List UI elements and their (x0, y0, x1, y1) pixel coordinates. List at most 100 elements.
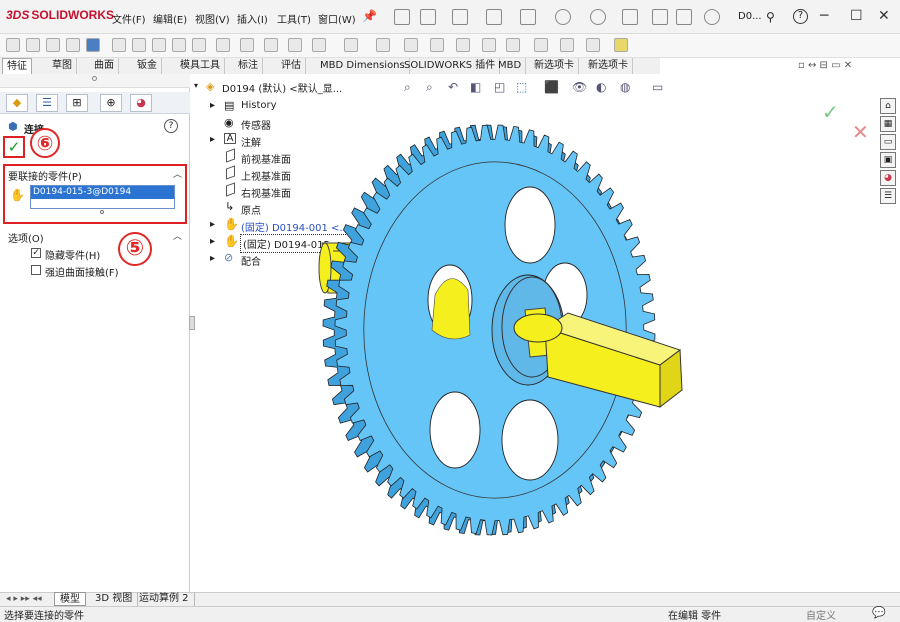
toolbar-tool-icon[interactable] (86, 38, 100, 52)
toolbar-tool-icon[interactable] (456, 38, 470, 52)
tab-solidworks-addins[interactable]: SOLIDWORKS 插件 (400, 58, 501, 74)
toolbar-tool-icon[interactable] (614, 38, 628, 52)
collapse-chevron-icon[interactable]: ︿ (173, 167, 182, 180)
menu-tools[interactable]: 工具(T) (277, 11, 311, 26)
rebuild-icon[interactable] (652, 9, 668, 25)
toolbar-tool-icon[interactable] (506, 38, 520, 52)
tab-sketch[interactable]: 草图 (48, 58, 77, 74)
tree-item-history[interactable]: History (241, 100, 277, 111)
custom-properties-icon[interactable]: ☰ (880, 188, 896, 204)
cancel-x-icon[interactable]: ✕ (852, 120, 869, 144)
tab-surface[interactable]: 曲面 (90, 58, 119, 74)
previous-view-icon[interactable]: ↶ (448, 80, 458, 94)
help-icon[interactable]: ? (793, 9, 808, 24)
minimize-button[interactable]: ─ (820, 8, 828, 24)
tab-new-2[interactable]: 新选项卡 (584, 58, 633, 74)
dimxpert-tab-icon[interactable]: ⊕ (100, 94, 122, 112)
new-document-icon[interactable] (420, 9, 436, 25)
dynamic-annotation-icon[interactable]: ◰ (494, 80, 505, 94)
toolbar-tool-icon[interactable] (152, 38, 166, 52)
chat-icon[interactable]: 💬 (872, 606, 886, 619)
solidworks-resources-icon[interactable]: ⌂ (880, 98, 896, 114)
pin-icon[interactable]: 📌 (362, 9, 377, 23)
solidworks-logo[interactable]: 3DS SOLIDWORKS (6, 8, 114, 22)
tree-expand-icon[interactable]: ▸ (210, 100, 215, 111)
print-icon[interactable] (520, 9, 536, 25)
close-button[interactable]: ✕ (878, 8, 890, 24)
tab-mbd-dimensions[interactable]: MBD Dimensions (316, 58, 410, 74)
toolbar-tool-icon[interactable] (482, 38, 496, 52)
confirm-check-icon[interactable]: ✓ (822, 100, 839, 124)
tree-item-origin[interactable]: 原点 (241, 202, 261, 217)
toolbar-tool-icon[interactable] (264, 38, 278, 52)
panel-grip-dot-icon[interactable] (92, 76, 97, 81)
expand-arrow-icon[interactable]: ▾ (194, 81, 198, 90)
feature-manager-tab-icon[interactable]: ◆ (6, 94, 28, 112)
options-gear-icon[interactable] (704, 9, 720, 25)
tab-mold-tools[interactable]: 模具工具 (176, 58, 225, 74)
toolbar-tool-icon[interactable] (192, 38, 206, 52)
tab-annotation[interactable]: 标注 (234, 58, 263, 74)
tab-3d-view[interactable]: 3D 视图 (90, 592, 139, 606)
home-icon[interactable] (394, 9, 410, 25)
zoom-to-fit-icon[interactable]: ⌕ (404, 80, 411, 95)
toolbar-tool-icon[interactable] (560, 38, 574, 52)
tree-item-sensors[interactable]: 传感器 (241, 117, 271, 132)
select-arrow-icon[interactable] (622, 9, 638, 25)
toolbar-tool-icon[interactable] (312, 38, 326, 52)
toolbar-tool-icon[interactable] (534, 38, 548, 52)
toolbar-tool-icon[interactable] (26, 38, 40, 52)
section-view-icon[interactable]: ◧ (470, 80, 481, 94)
tree-item-front-plane[interactable]: 前视基准面 (241, 151, 291, 166)
appearances-icon[interactable]: ◕ (880, 170, 896, 186)
ok-button[interactable]: ✓ (3, 136, 25, 158)
tree-expand-icon[interactable]: ▸ (210, 134, 215, 145)
toolbar-tool-icon[interactable] (112, 38, 126, 52)
tab-evaluate[interactable]: 评估 (277, 58, 306, 74)
apply-scene-icon[interactable]: ◍ (620, 80, 630, 94)
toolbar-tool-icon[interactable] (132, 38, 146, 52)
tab-features[interactable]: 特征 (2, 58, 32, 74)
toolbar-tool-icon[interactable] (66, 38, 80, 52)
maximize-button[interactable]: ☐ (850, 8, 863, 24)
tree-root-assembly[interactable]: D0194 (默认) <默认_显... (222, 80, 342, 95)
redo-icon[interactable] (590, 9, 606, 25)
toolbar-tool-icon[interactable] (172, 38, 186, 52)
view-orientation-icon[interactable]: ⬚ (516, 80, 527, 94)
tab-new-1[interactable]: 新选项卡 (530, 58, 579, 74)
selected-part-item[interactable]: D0194-015-3@D0194 (31, 186, 174, 199)
toolbar-tool-icon[interactable] (216, 38, 230, 52)
tree-expand-icon[interactable]: ▸ (210, 236, 215, 247)
hide-show-items-icon[interactable]: 👁 (572, 80, 587, 94)
float-window-icon[interactable]: ▫ ↔ ⊟ ▭ ✕ (798, 60, 852, 71)
tab-model[interactable]: 模型 (54, 592, 86, 606)
toolbar-tool-icon[interactable] (586, 38, 600, 52)
toolbar-tool-icon[interactable] (376, 38, 390, 52)
hide-parts-checkbox[interactable]: ✓ (31, 248, 41, 258)
force-surface-contact-checkbox[interactable] (31, 265, 41, 275)
tree-item-mates[interactable]: 配合 (241, 253, 261, 268)
tree-item-right-plane[interactable]: 右视基准面 (241, 185, 291, 200)
toolbar-tool-icon[interactable] (6, 38, 20, 52)
toolbar-tool-icon[interactable] (430, 38, 444, 52)
tab-sheet-metal[interactable]: 钣金 (133, 58, 162, 74)
save-icon[interactable] (486, 9, 502, 25)
display-manager-tab-icon[interactable]: ◕ (130, 94, 152, 112)
tab-motion-study[interactable]: 运动算例 2 (134, 592, 195, 606)
collapse-chevron-icon[interactable]: ︿ (173, 229, 182, 242)
tab-mbd[interactable]: MBD (494, 58, 527, 74)
view-settings-icon[interactable]: ▭ (652, 80, 663, 94)
toolbar-tool-icon[interactable] (46, 38, 60, 52)
status-custom-units[interactable]: 自定义 (806, 607, 836, 622)
zoom-area-icon[interactable]: ⌕ (426, 80, 433, 95)
file-properties-icon[interactable] (676, 9, 692, 25)
menu-edit[interactable]: 编辑(E) (153, 11, 187, 26)
tree-item-top-plane[interactable]: 上视基准面 (241, 168, 291, 183)
tree-item-annotations[interactable]: 注解 (241, 134, 261, 149)
tree-expand-icon[interactable]: ▸ (210, 219, 215, 230)
toolbar-tool-icon[interactable] (344, 38, 358, 52)
toolbar-tool-icon[interactable] (240, 38, 254, 52)
undo-icon[interactable] (555, 9, 571, 25)
tree-expand-icon[interactable]: ▸ (210, 253, 215, 264)
design-library-icon[interactable]: ▦ (880, 116, 896, 132)
